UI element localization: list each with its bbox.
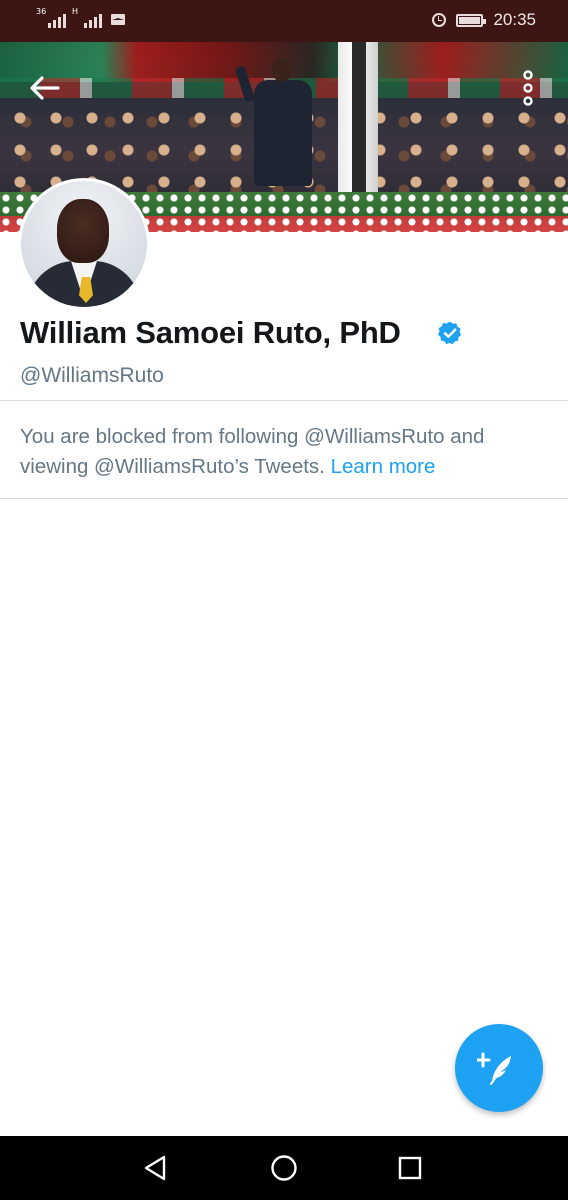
divider	[0, 498, 568, 499]
compose-tweet-button[interactable]	[455, 1024, 543, 1112]
avatar-photo	[21, 181, 147, 307]
status-right-group: 20:35	[432, 10, 536, 30]
status-bar: 36 H 20:35	[0, 0, 568, 42]
alarm-icon	[432, 13, 447, 27]
header-photo-speaker	[234, 58, 318, 186]
blocked-notice: You are blocked from following @Williams…	[20, 422, 550, 482]
back-triangle-icon[interactable]	[140, 1152, 172, 1184]
status-left-group: 36 H	[36, 7, 125, 28]
signal-icon: H	[72, 7, 102, 28]
back-arrow-icon[interactable]	[28, 74, 60, 102]
divider	[0, 400, 568, 401]
verified-badge-icon	[437, 321, 462, 345]
signal-label: 36	[36, 7, 47, 16]
header-photo-pillar-shadow	[352, 42, 366, 192]
home-circle-icon[interactable]	[268, 1152, 300, 1184]
status-time: 20:35	[493, 10, 536, 29]
system-nav-bar	[0, 1136, 568, 1200]
mail-icon	[111, 13, 125, 25]
profile-handle: @WilliamsRuto	[20, 364, 164, 387]
battery-icon	[456, 13, 487, 27]
signal-label: H	[72, 7, 79, 16]
learn-more-link[interactable]: Learn more	[331, 455, 436, 478]
avatar[interactable]	[18, 178, 150, 310]
more-vertical-icon[interactable]	[518, 70, 538, 106]
recents-square-icon[interactable]	[394, 1152, 426, 1184]
compose-tweet-icon	[477, 1052, 511, 1085]
display-name: William Samoei Ruto, PhD	[20, 315, 401, 350]
signal-icon: 36	[36, 7, 66, 28]
